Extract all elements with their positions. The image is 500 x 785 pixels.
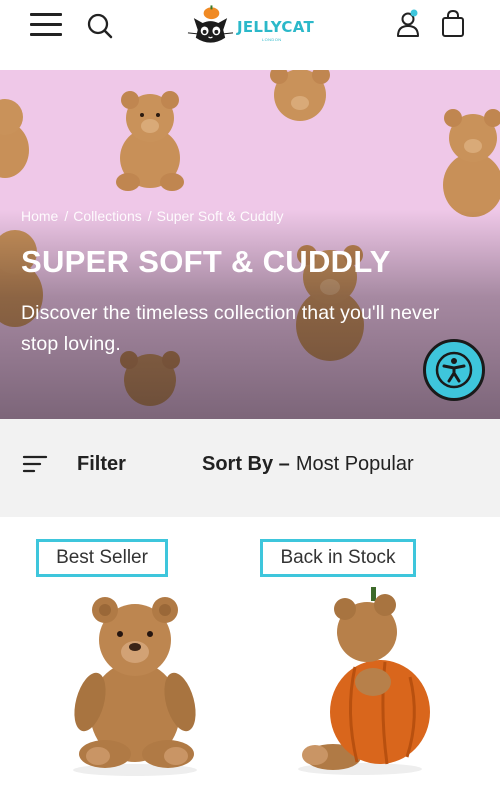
jellycat-logo[interactable]: JELLYCAT LONDON — [186, 4, 314, 48]
page-title: SUPER SOFT & CUDDLY — [21, 244, 391, 279]
sort-label: Sort By – — [202, 452, 290, 475]
menu-icon[interactable] — [30, 13, 62, 37]
filter-icon — [22, 455, 48, 473]
teddy-bear-in-pumpkin-image — [298, 587, 430, 775]
sort-dropdown[interactable]: Sort By – Most Popular — [202, 449, 414, 479]
product-badge: Back in Stock — [260, 539, 416, 577]
product-grid: Best Seller Back in Stock — [0, 517, 500, 785]
product-card[interactable]: Back in Stock — [250, 517, 480, 785]
breadcrumb-collections[interactable]: Collections — [73, 208, 141, 224]
search-icon[interactable] — [86, 12, 114, 40]
account-icon[interactable] — [394, 9, 422, 39]
cart-icon[interactable] — [438, 9, 468, 39]
collection-hero: Home / Collections / Super Soft & Cuddly SUP… — [0, 70, 500, 419]
brown-teddy-bear-image — [73, 597, 197, 776]
accessibility-icon — [435, 351, 473, 389]
notification-dot-icon — [410, 9, 418, 17]
sort-value: Most Popular — [295, 452, 414, 475]
site-header: JELLYCAT LONDON — [0, 0, 500, 70]
collection-description: Discover the timeless collection that yo… — [21, 302, 440, 355]
page: JELLYCAT LONDON Home / Collections / Sup… — [0, 0, 500, 785]
logo-wordmark: JELLYCAT — [236, 18, 314, 36]
filter-button[interactable]: Filter — [22, 449, 126, 479]
filter-sort-bar: Filter Sort By – Most Popular — [0, 419, 500, 517]
breadcrumb-separator: / — [64, 208, 69, 224]
accessibility-button[interactable] — [423, 339, 485, 401]
filter-label: Filter — [77, 452, 126, 475]
breadcrumb: Home / Collections / Super Soft & Cuddly — [21, 208, 283, 224]
cat-logo-icon — [187, 5, 234, 43]
breadcrumb-separator: / — [147, 208, 152, 224]
product-card[interactable]: Best Seller — [20, 517, 250, 785]
product-badge: Best Seller — [36, 539, 168, 577]
logo-subtitle: LONDON — [262, 37, 282, 42]
breadcrumb-home[interactable]: Home — [21, 208, 58, 224]
breadcrumb-current[interactable]: Super Soft & Cuddly — [157, 208, 284, 224]
